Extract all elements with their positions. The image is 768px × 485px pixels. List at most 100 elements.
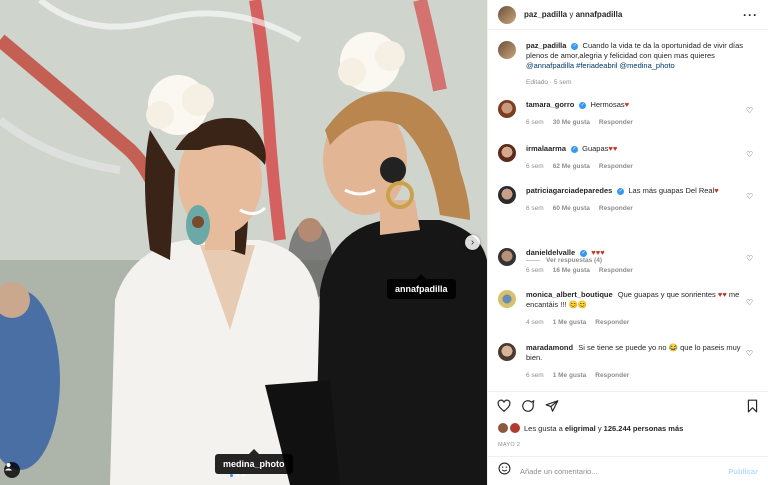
comment-likes[interactable]: 1 Me gusta [553,318,587,328]
mention-link[interactable]: @annafpadilla [526,61,574,70]
comment-likes[interactable]: 60 Me gusta [553,204,590,214]
comment-item: monica_albert_boutique Que guapas y que … [498,290,758,328]
post-caption: paz_padilla ✓ Cuando la vida te da la opo… [498,41,758,88]
coauthor-link[interactable]: annafpadilla [576,10,623,19]
comment-text: Que guapas y que sonrientes [617,290,716,299]
hashtag-link[interactable]: #feriadeabril [576,61,617,70]
comment-meta: 4 sem 1 Me gusta Responder [526,318,758,328]
comment-item: patriciagarciadeparedes ✓ Las más guapas … [498,186,758,214]
avatar [498,423,508,433]
comment-likes[interactable]: 1 Me gusta [553,371,587,381]
photo-illustration [0,0,487,485]
verified-badge-icon: ✓ [580,249,588,257]
liker-link[interactable]: eligrimal [565,424,596,433]
heart-icon[interactable]: ♡ [746,107,754,115]
comment-user[interactable]: irmalaarma [526,144,566,153]
comment-user[interactable]: monica_albert_boutique [526,290,613,299]
comment-item: tamara_gorro ✓ Hermosas♥ 6 sem 30 Me gust… [498,100,758,128]
verified-badge-icon: ✓ [571,145,579,153]
heart-icon[interactable] [497,399,511,413]
reply-button[interactable]: Responder [599,118,633,128]
comment-input[interactable] [520,466,729,476]
post-authors: paz_padilla y annafpadilla [524,10,743,19]
share-icon[interactable] [545,399,559,413]
post-photo[interactable]: annafpadilla medina_photo › [0,0,487,485]
comment-likes[interactable]: 30 Me gusta [553,118,590,128]
comment-meta: 6 sem 1 Me gusta Responder [526,371,758,381]
comment-time: 6 sem [526,163,544,170]
reply-button[interactable]: Responder [599,204,633,214]
avatar[interactable] [498,290,516,308]
avatar[interactable] [498,186,516,204]
avatar[interactable] [498,41,516,59]
comment-text: Hermosas [590,100,625,109]
post-side-panel: paz_padilla y annafpadilla ··· paz_padil… [487,0,768,485]
comment-time: 6 sem [526,372,544,379]
likes-prefix: Les gusta a [524,423,563,433]
caption-meta: Editado · 5 sem [526,78,758,88]
post-header: paz_padilla y annafpadilla ··· [488,0,768,30]
comment-item: maradamond Si se tiene se puede yo no 😂 … [498,343,758,381]
photo-user-tag[interactable]: medina_photo [215,449,293,474]
post-date: MAYO 2 [498,442,521,448]
comment-user[interactable]: maradamond [526,343,573,352]
comments-list[interactable]: paz_padilla ✓ Cuando la vida te da la opo… [488,31,768,391]
red-heart-emoji: ♥♥ [717,290,727,299]
comment-user[interactable]: tamara_gorro [526,100,574,109]
red-heart-emoji: ♥♥♥ [591,248,605,257]
edited-label: Editado · 5 sem [526,79,572,86]
carousel-indicator [230,474,245,477]
comment-likes[interactable]: 62 Me gusta [553,162,590,172]
likes-mid: y [597,423,602,433]
verified-badge-icon: ✓ [571,42,579,50]
action-icons [497,399,559,413]
heart-icon[interactable]: ♡ [746,350,754,358]
caption-user[interactable]: paz_padilla [526,41,566,50]
avatar[interactable] [498,144,516,162]
heart-icon[interactable]: ♡ [746,193,754,201]
comment-meta: 6 sem 30 Me gusta Responder [526,118,758,128]
avatar[interactable] [498,343,516,361]
heart-icon[interactable]: ♡ [746,151,754,159]
likes-count[interactable]: 126.244 personas más [604,424,684,433]
carousel-dot [242,474,245,477]
avatar[interactable] [498,100,516,118]
verified-badge-icon: ✓ [617,187,625,195]
comment-text: Guapas [582,144,609,153]
comment-time: 6 sem [526,267,544,274]
comment-likes[interactable]: 16 Me gusta [553,266,590,276]
instagram-post-modal: annafpadilla medina_photo › paz_padilla … [0,0,768,485]
author-connector: y [569,10,574,19]
red-heart-emoji: ♥♥ [608,144,618,153]
comment-user[interactable]: danieldelvalle [526,248,575,257]
heart-icon[interactable]: ♡ [746,299,754,307]
comment-item: irmalaarma ✓ Guapas♥♥ 6 sem 62 Me gusta R… [498,144,758,172]
likes-summary[interactable]: Les gusta a eligrimal y 126.244 personas… [498,423,683,433]
carousel-dot [230,474,233,477]
comment-text: Las más guapas Del Real [628,186,715,195]
comment-time: 6 sem [526,205,544,212]
author-link[interactable]: paz_padilla [524,10,567,19]
post-actions: Les gusta a eligrimal y 126.244 personas… [488,391,768,456]
reply-button[interactable]: Responder [599,162,633,172]
comment-meta: 6 sem 62 Me gusta Responder [526,162,758,172]
photo-user-tag[interactable]: annafpadilla [387,274,456,299]
comment-user[interactable]: patriciagarciadeparedes [526,186,612,195]
more-horizontal-icon[interactable]: ··· [743,8,758,22]
smiley-icon[interactable] [498,462,511,480]
red-heart-emoji: ♥ [624,100,630,109]
comment-item: danieldelvalle ✓ ♥♥♥ 6 sem 16 Me gusta Re… [498,248,758,276]
reply-button[interactable]: Responder [599,266,633,276]
reply-button[interactable]: Responder [595,318,629,328]
bookmark-icon[interactable] [746,399,759,413]
comment-time: 4 sem [526,319,544,326]
comment-icon[interactable] [521,399,535,413]
reply-button[interactable]: Responder [595,371,629,381]
publish-button[interactable]: Publicar [728,467,758,476]
avatar[interactable] [498,5,516,24]
chevron-right-icon[interactable]: › [465,235,480,250]
person-icon[interactable] [4,462,20,478]
heart-icon[interactable]: ♡ [746,255,754,263]
mention-link[interactable]: @medina_photo [620,61,675,70]
avatar[interactable] [498,248,516,266]
